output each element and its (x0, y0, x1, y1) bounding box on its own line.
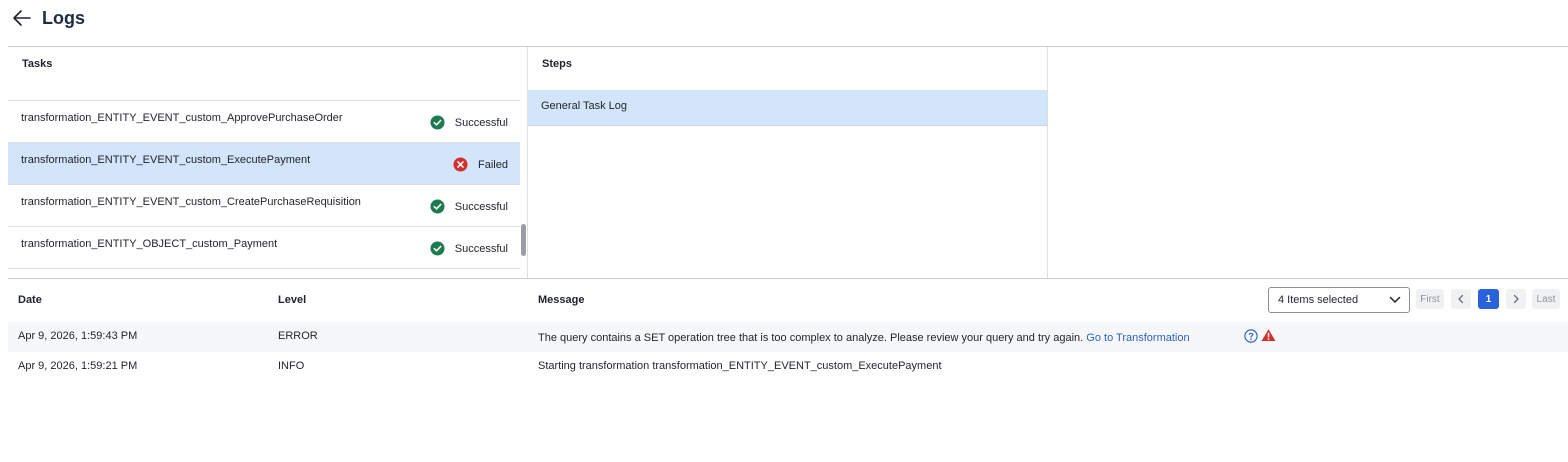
check-circle-icon (430, 241, 445, 256)
log-message-text: The query contains a SET operation tree … (538, 332, 1084, 344)
log-message: Starting transformation transformation_E… (538, 360, 942, 372)
pagination-first[interactable]: First (1416, 289, 1444, 309)
task-status: Successful (430, 115, 508, 130)
task-status-label: Successful (454, 200, 508, 213)
log-level: INFO (278, 360, 305, 372)
check-circle-icon (430, 115, 445, 130)
check-circle-icon (430, 199, 445, 214)
task-name: transformation_ENTITY_EVENT_custom_Appro… (21, 112, 343, 124)
chevron-right-icon (1513, 294, 1519, 304)
question-circle-icon[interactable] (1244, 329, 1258, 343)
back-button[interactable] (10, 6, 34, 30)
log-message: The query contains a SET operation tree … (538, 332, 1190, 344)
tasks-panel-header: Tasks (22, 58, 53, 70)
task-status: Successful (430, 241, 508, 256)
warning-triangle-icon (1261, 329, 1276, 341)
pagination-next[interactable] (1506, 289, 1526, 309)
log-level: ERROR (278, 330, 318, 342)
pagination-prev[interactable] (1451, 289, 1471, 309)
column-header-date: Date (18, 294, 42, 306)
column-header-level: Level (278, 294, 307, 306)
step-label: General Task Log (541, 100, 628, 112)
steps-panel-header: Steps (542, 58, 572, 70)
page-title: Logs (42, 8, 85, 28)
chevron-down-icon (1389, 296, 1401, 303)
pagination-last[interactable]: Last (1532, 289, 1560, 309)
log-row: Apr 9, 2026, 1:59:43 PM ERROR The query … (8, 322, 1568, 352)
pagination-page-current[interactable]: 1 (1478, 289, 1499, 309)
go-to-transformation-link[interactable]: Go to Transformation (1086, 332, 1189, 344)
step-row-selected[interactable]: General Task Log (528, 90, 1047, 126)
task-status-label: Successful (454, 242, 508, 255)
task-row-selected[interactable]: transformation_ENTITY_EVENT_custom_Execu… (8, 143, 520, 185)
task-status: Failed (453, 157, 508, 172)
tasks-panel: Tasks transformation_ENTITY_EVENT_custom… (8, 47, 528, 278)
detail-panel (1048, 47, 1568, 278)
tasks-list: transformation_ENTITY_EVENT_custom_Appro… (8, 100, 520, 279)
panels-area: Tasks transformation_ENTITY_EVENT_custom… (8, 47, 1568, 278)
log-row: Apr 9, 2026, 1:59:21 PM INFO Starting tr… (8, 352, 1568, 382)
level-filter-value: 4 Items selected (1278, 294, 1359, 306)
task-name: transformation_ENTITY_EVENT_custom_Creat… (21, 196, 361, 208)
arrow-left-icon (13, 10, 31, 26)
task-row[interactable]: transformation_ENTITY_EVENT_custom_Appro… (8, 101, 520, 143)
chevron-left-icon (1458, 294, 1464, 304)
level-filter-select[interactable]: 4 Items selected (1268, 287, 1410, 313)
task-name: transformation_ENTITY_EVENT_custom_Execu… (21, 154, 311, 166)
task-status-label: Successful (454, 116, 508, 129)
task-name: transformation_ENTITY_OBJECT_custom_Paym… (21, 238, 278, 250)
tasks-scrollbar[interactable] (520, 100, 527, 278)
log-date: Apr 9, 2026, 1:59:43 PM (18, 330, 138, 342)
log-date: Apr 9, 2026, 1:59:21 PM (18, 360, 138, 372)
task-row[interactable]: transformation_ENTITY_OBJECT_custom_Paym… (8, 227, 520, 269)
page-header: Logs (0, 0, 1568, 46)
scrollbar-thumb[interactable] (521, 224, 526, 256)
column-header-message: Message (538, 294, 585, 306)
task-status: Successful (430, 199, 508, 214)
task-status-label: Failed (478, 158, 508, 171)
logs-table-header: Date Level Message 4 Items selected Firs… (0, 279, 1568, 319)
task-row[interactable]: transformation_ENTITY_EVENT_custom_Creat… (8, 185, 520, 227)
steps-panel: Steps General Task Log (528, 47, 1048, 278)
error-circle-icon (453, 157, 468, 172)
